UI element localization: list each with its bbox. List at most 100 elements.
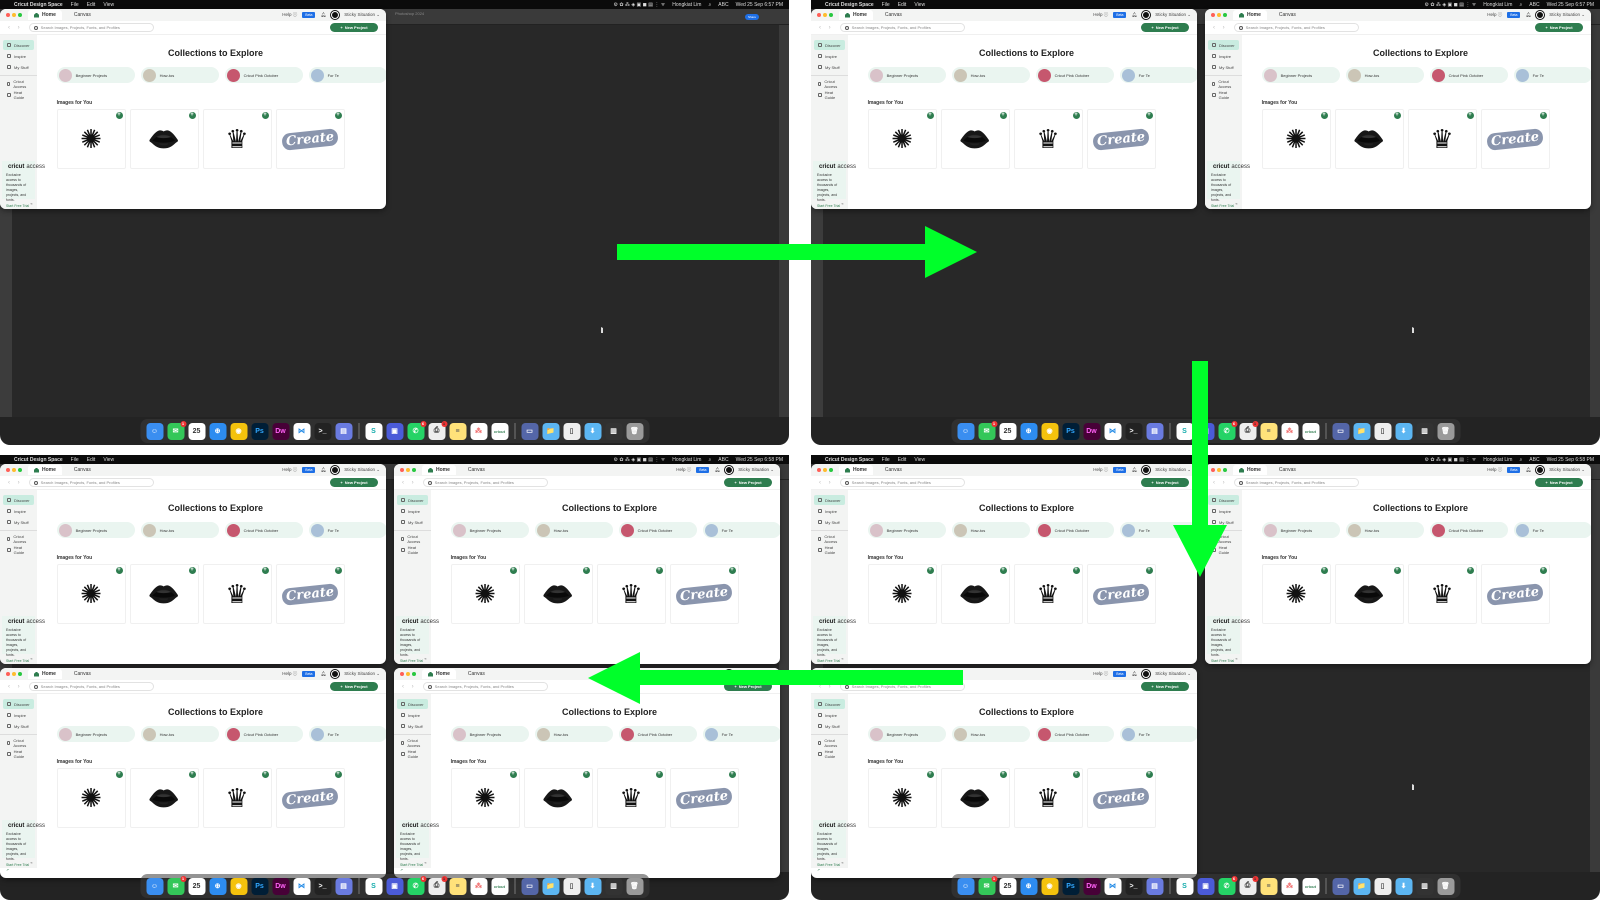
dock-app-messages[interactable]: ✉ 1 [978, 875, 997, 895]
minimize-window-button[interactable] [406, 468, 410, 472]
traffic-lights[interactable] [1211, 468, 1227, 472]
avatar[interactable] [724, 465, 735, 475]
collapse-sidebar-button[interactable]: « [30, 201, 32, 206]
account-menu[interactable]: Sticky Situation ⌄ [1549, 12, 1585, 18]
account-menu[interactable]: Sticky Situation ⌄ [1155, 467, 1191, 473]
sidebar-item-heat-guide[interactable]: Heat Guide [814, 749, 845, 759]
dock-app-screenshot[interactable]: ▭ [521, 422, 538, 440]
image-card-crown[interactable]: + ♛ [596, 564, 666, 624]
add-image-button[interactable]: + [261, 567, 269, 574]
start-free-trial-link[interactable]: Start Free Trial ↗ [1211, 659, 1236, 664]
zoom-window-button[interactable] [412, 672, 416, 676]
sidebar-item-my-stuff[interactable]: My Stuff [3, 721, 34, 731]
collapse-sidebar-button[interactable]: « [841, 656, 843, 661]
sidebar-item-heat-guide[interactable]: Heat Guide [814, 90, 845, 100]
new-project-button[interactable]: + New Project [1141, 23, 1189, 32]
account-menu[interactable]: Sticky Situation ⌄ [738, 467, 774, 473]
user-name[interactable]: Hongkiat Lim [672, 457, 701, 463]
minimize-window-button[interactable] [1217, 468, 1221, 472]
collection-chip[interactable]: For Te [1119, 67, 1197, 83]
sidebar-item-inspire[interactable]: Inspire [1208, 506, 1239, 516]
add-image-button[interactable]: + [1393, 112, 1401, 119]
collection-chip[interactable]: Cricut Pink October [1035, 726, 1114, 742]
collection-chip[interactable]: For Te [1119, 726, 1197, 742]
sidebar-item-cricut-access[interactable]: Cricut Access [814, 738, 845, 748]
dock-app-messages[interactable]: ✉ 1 [167, 420, 186, 440]
sidebar-item-inspire[interactable]: Inspire [814, 506, 845, 516]
search-input[interactable]: Search Images, Projects, Fonts, and Prof… [422, 682, 548, 691]
collection-chip[interactable]: How-tos [1345, 67, 1424, 83]
collection-chip[interactable]: Cricut Pink October [618, 726, 697, 742]
collection-chip[interactable]: How-tos [951, 522, 1030, 538]
dock-app-folder[interactable]: 📁 [1353, 422, 1370, 440]
clock[interactable]: Wed 25 Sep 6:57 PM [1547, 2, 1594, 8]
menu-file[interactable]: File [882, 2, 890, 8]
collection-chip[interactable]: Beginner Projects [56, 726, 135, 742]
user-name[interactable]: Hongkiat Lim [1483, 2, 1512, 8]
back-forward-buttons[interactable]: ‹ › [819, 25, 834, 31]
search-input[interactable]: Search Images, Projects, Fonts, and Prof… [839, 23, 965, 32]
account-menu[interactable]: Sticky Situation ⌄ [344, 467, 380, 473]
start-free-trial-link[interactable]: Start Free Trial ↗ [6, 863, 31, 873]
new-project-button[interactable]: + New Project [330, 23, 378, 32]
add-image-button[interactable]: + [582, 567, 590, 574]
collection-chip[interactable]: Beginner Projects [1261, 67, 1340, 83]
new-project-button[interactable]: + New Project [1535, 478, 1583, 487]
dock-app-printer[interactable]: ⎙ 1 [1239, 420, 1258, 440]
bell-icon[interactable]: 🔔︎ [1131, 12, 1137, 18]
dock-app-document[interactable]: ▯ [1374, 422, 1391, 440]
dock-app-stacks[interactable]: ▥ [605, 877, 622, 895]
image-card-crown[interactable]: + ♛ [1407, 109, 1477, 169]
dock-app-calendar[interactable]: 25 [999, 422, 1016, 440]
dock-app-document[interactable]: ▯ [563, 877, 580, 895]
help-button[interactable]: Help ⓘ [1093, 12, 1108, 18]
collection-chip[interactable]: Cricut Pink October [1035, 67, 1114, 83]
photoshop-panel-strip[interactable] [1590, 25, 1600, 417]
collapse-sidebar-button[interactable]: « [30, 656, 32, 661]
share-button[interactable]: Share [745, 14, 759, 20]
tab-home[interactable]: Home [422, 669, 456, 679]
traffic-lights[interactable] [817, 13, 833, 17]
bell-icon[interactable]: 🔔︎ [1131, 467, 1137, 473]
avatar[interactable] [1535, 465, 1546, 475]
sidebar-item-discover[interactable]: Discover [814, 495, 845, 505]
collection-chip[interactable]: For Te [702, 522, 780, 538]
add-image-button[interactable]: + [334, 567, 342, 574]
search-input[interactable]: Search Images, Projects, Fonts, and Prof… [422, 478, 548, 487]
sidebar-item-heat-guide[interactable]: Heat Guide [3, 749, 34, 759]
minimize-window-button[interactable] [406, 672, 410, 676]
sidebar-item-my-stuff[interactable]: My Stuff [814, 721, 845, 731]
sidebar-item-cricut-access[interactable]: Cricut Access [397, 534, 428, 544]
sidebar-item-inspire[interactable]: Inspire [3, 51, 34, 61]
cricut-window[interactable]: Home Canvas Help ⓘ Beta 🔔︎ Sticky Situat… [394, 668, 780, 878]
collapse-sidebar-button[interactable]: « [1235, 656, 1237, 661]
dock-app-safari[interactable]: ⊕ [209, 877, 226, 895]
dock-app-notes[interactable]: ≡ [1260, 877, 1277, 895]
help-button[interactable]: Help ⓘ [282, 467, 297, 473]
account-menu[interactable]: Sticky Situation ⌄ [344, 12, 380, 18]
add-image-button[interactable]: + [509, 771, 517, 778]
search-icon[interactable]: ⌕ [1519, 457, 1522, 463]
close-window-button[interactable] [6, 672, 10, 676]
sidebar-item-discover[interactable]: Discover [814, 699, 845, 709]
image-card-create[interactable]: + Create [275, 109, 345, 169]
menu-app-name[interactable]: Cricut Design Space [14, 2, 63, 8]
image-card-create[interactable]: + Create [669, 564, 739, 624]
tab-home[interactable]: Home [1233, 10, 1267, 20]
image-card-sunflower[interactable]: + ✺ [56, 564, 126, 624]
zoom-window-button[interactable] [412, 468, 416, 472]
collection-chip[interactable]: How-tos [140, 726, 219, 742]
menu-view[interactable]: View [103, 2, 114, 8]
add-image-button[interactable]: + [926, 112, 934, 119]
dock-app-stacks[interactable]: ▥ [605, 422, 622, 440]
beta-badge[interactable]: Beta [696, 467, 710, 473]
dock-app-cricut[interactable]: cricut [491, 877, 508, 895]
dock-app-surfshark[interactable]: S [365, 877, 382, 895]
minimize-window-button[interactable] [823, 468, 827, 472]
sidebar-item-cricut-access[interactable]: Cricut Access [814, 79, 845, 89]
bell-icon[interactable]: 🔔︎ [1525, 467, 1531, 473]
tab-home[interactable]: Home [422, 465, 456, 475]
search-input[interactable]: Search Images, Projects, Fonts, and Prof… [1233, 23, 1359, 32]
avatar[interactable] [330, 10, 341, 20]
image-card-crown[interactable]: + ♛ [1013, 768, 1083, 828]
